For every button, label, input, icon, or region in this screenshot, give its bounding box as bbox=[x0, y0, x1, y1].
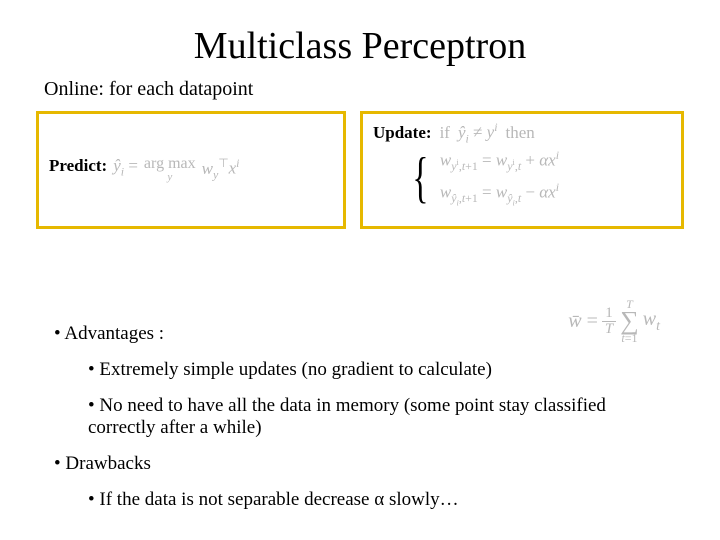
bullet-drw1: • If the data is not separable decrease … bbox=[88, 489, 648, 511]
update-cond: ŷi ≠ yi bbox=[458, 120, 498, 146]
bullet-adv2: • No need to have all the data in memory… bbox=[88, 395, 648, 439]
predict-content: Predict: ŷi = arg max y wy⊤xi bbox=[49, 156, 239, 183]
wbar-formula: w̄ = 1 T T ∑ t=1 wt bbox=[568, 298, 660, 344]
update-head: Update: if ŷi ≠ yi then bbox=[373, 120, 535, 146]
update-if: if bbox=[440, 123, 450, 143]
wbar-term: wt bbox=[643, 308, 660, 335]
formula-boxes: Predict: ŷi = arg max y wy⊤xi Update: if… bbox=[36, 111, 684, 229]
predict-rhs: wy⊤xi bbox=[202, 156, 240, 182]
wbar-sum-bot: t=1 bbox=[621, 332, 637, 344]
update-box: Update: if ŷi ≠ yi then { wyi,t+1 = wyi,… bbox=[360, 111, 684, 229]
bullets: • Advantages : • Extremely simple update… bbox=[54, 323, 684, 511]
argmax: arg max y bbox=[144, 156, 196, 183]
sum-icon: ∑ bbox=[620, 310, 639, 332]
argmax-sub: y bbox=[167, 172, 172, 183]
wbar-frac-num: 1 bbox=[602, 306, 616, 322]
predict-label: Predict: bbox=[49, 156, 107, 176]
argmax-top: arg max bbox=[144, 156, 196, 172]
update-eq2: wŷi,t+1 = wŷi,t − αxi bbox=[440, 180, 559, 207]
update-body: { wyi,t+1 = wyi,t + αxi wŷi,t+1 = wŷi,t … bbox=[407, 148, 559, 207]
update-equations: wyi,t+1 = wyi,t + αxi wŷi,t+1 = wŷi,t − … bbox=[440, 148, 559, 207]
update-label: Update: bbox=[373, 123, 432, 143]
wbar-frac-den: T bbox=[602, 322, 616, 337]
update-then: then bbox=[506, 123, 535, 143]
predict-lhs: ŷi = bbox=[113, 156, 138, 179]
wbar-sum: T ∑ t=1 bbox=[620, 298, 639, 344]
predict-box: Predict: ŷi = arg max y wy⊤xi bbox=[36, 111, 346, 229]
slide: Multiclass Perceptron Online: for each d… bbox=[0, 0, 720, 540]
brace-icon: { bbox=[412, 150, 428, 206]
slide-title: Multiclass Perceptron bbox=[36, 24, 684, 68]
wbar-frac: 1 T bbox=[602, 306, 616, 337]
update-eq1: wyi,t+1 = wyi,t + αxi bbox=[440, 148, 559, 174]
wbar-lhs: w̄ = bbox=[568, 310, 598, 333]
online-line: Online: for each datapoint bbox=[44, 78, 684, 101]
bullet-adv1: • Extremely simple updates (no gradient … bbox=[88, 359, 648, 381]
bullet-drawbacks: • Drawbacks bbox=[54, 453, 684, 475]
